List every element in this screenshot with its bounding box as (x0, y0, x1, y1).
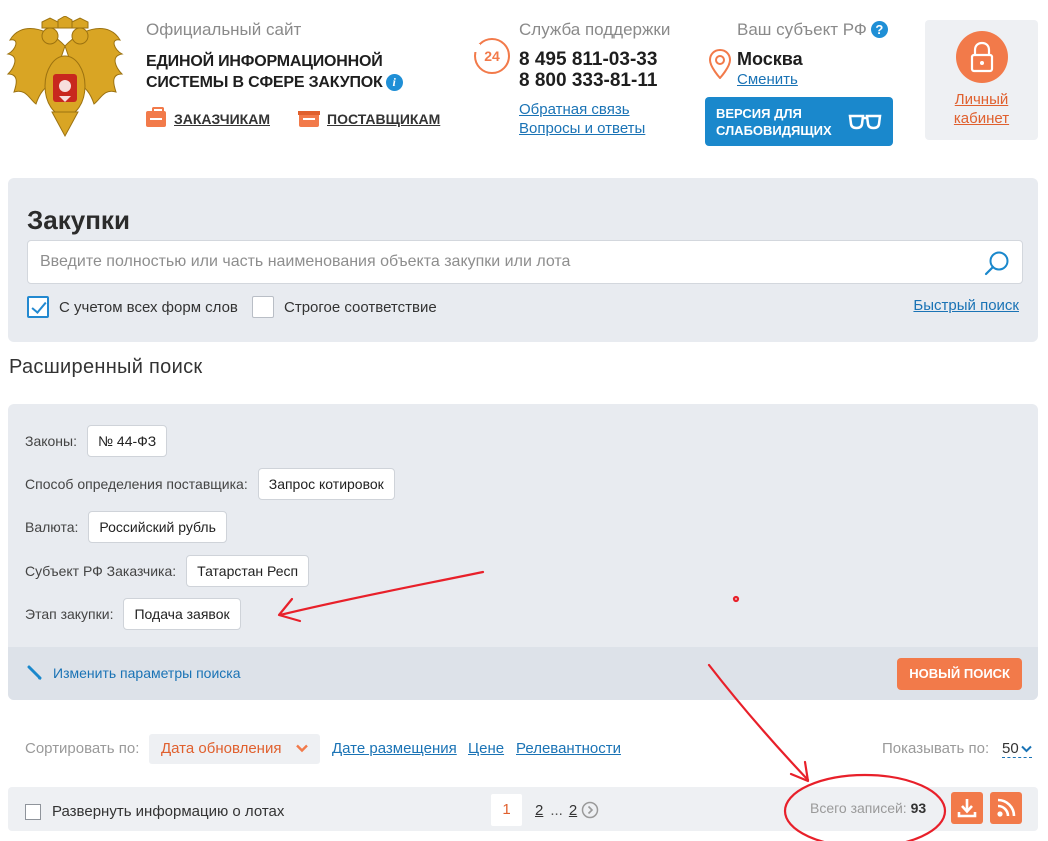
sort-active-option[interactable]: Дата обновления (149, 734, 320, 764)
cabinet-line2: кабинет (953, 110, 1010, 127)
expand-lots-label: Развернуть информацию о лотах (52, 803, 285, 820)
filter-label-region: Субъект РФ Заказчика: (25, 563, 177, 579)
page-link[interactable]: 2 (535, 802, 543, 819)
glasses-icon (848, 114, 882, 130)
filter-row: Законы: № 44-ФЗ (25, 425, 168, 457)
location-pin-icon (709, 49, 731, 79)
morphology-checkbox-label: С учетом всех форм слов (59, 299, 238, 316)
search-title: Закупки (27, 205, 130, 235)
filter-row: Валюта: Российский рубль (25, 511, 227, 543)
support-title: Служба поддержки (519, 20, 671, 39)
filter-chip-stage[interactable]: Подача заявок (123, 598, 241, 630)
filter-chip-region[interactable]: Татарстан Респ (186, 555, 310, 587)
search-panel: Закупки С учетом всех форм слов Строгое … (8, 178, 1038, 342)
search-box[interactable] (27, 240, 1023, 284)
sort-label: Сортировать по: (25, 740, 140, 757)
expand-lots-checkbox[interactable] (25, 804, 41, 820)
annotation-arrow-total-head (789, 760, 810, 783)
support-phone-2[interactable]: 8 800 333-81-11 (519, 70, 657, 92)
page-link-last[interactable]: 2 (569, 802, 577, 819)
region-name: Москва (737, 49, 803, 69)
rss-icon (997, 798, 1016, 817)
russian-coat-of-arms-icon (6, 16, 124, 138)
filter-label-method: Способ определения поставщика: (25, 476, 248, 492)
site-title[interactable]: ЕДИНОЙ ИНФОРМАЦИОННОЙ СИСТЕМЫ В СФЕРЕ ЗА… (146, 51, 403, 93)
filter-label-stage: Этап закупки: (25, 606, 114, 622)
feedback-link[interactable]: Обратная связь (519, 101, 630, 118)
chevron-down-icon (1020, 745, 1032, 752)
cabinet-line1: Личный (954, 91, 1009, 108)
filters-panel: Законы: № 44-ФЗ Способ определения поста… (8, 404, 1038, 700)
advanced-search-title: Расширенный поиск (9, 356, 203, 378)
total-records-value: 93 (910, 800, 927, 816)
page-ellipsis: ... (550, 801, 563, 819)
box-icon (298, 111, 320, 127)
filter-label-law: Законы: (25, 433, 77, 449)
filter-row: Субъект РФ Заказчика: Татарстан Респ (25, 555, 310, 587)
sort-by-price-link[interactable]: Цене (468, 740, 504, 757)
site-header: Официальный сайт ЕДИНОЙ ИНФОРМАЦИОННОЙ С… (0, 0, 1048, 160)
rss-button[interactable] (990, 792, 1022, 824)
edit-search-params-link[interactable]: Изменить параметры поиска (26, 665, 240, 681)
filter-label-currency: Валюта: (25, 519, 79, 535)
lock-icon (955, 31, 1008, 83)
filter-chip-currency[interactable]: Российский рубль (88, 511, 227, 543)
per-page-label: Показывать по: (882, 740, 990, 757)
download-icon (957, 799, 977, 818)
support-phone-1[interactable]: 8 495 811-03-33 (519, 49, 657, 71)
pagination: 1 2 ... 2 (491, 794, 599, 826)
pencil-icon (27, 665, 42, 680)
sort-by-date-link[interactable]: Дате размещения (332, 740, 457, 757)
filters-footer: Изменить параметры поиска НОВЫЙ ПОИСК (8, 647, 1038, 700)
download-button[interactable] (951, 792, 983, 824)
sort-active-label: Дата обновления (161, 740, 282, 757)
site-title-line2: СИСТЕМЫ В СФЕРЕ ЗАКУПОК (146, 74, 383, 91)
filter-row: Способ определения поставщика: Запрос ко… (25, 468, 395, 500)
filter-chip-law[interactable]: № 44-ФЗ (87, 425, 168, 457)
official-site-label: Официальный сайт (146, 20, 302, 39)
strict-match-checkbox[interactable] (252, 296, 274, 318)
new-search-button[interactable]: НОВЫЙ ПОИСК (897, 658, 1022, 690)
chevron-down-icon (296, 744, 308, 753)
support-24h-icon: 24 (472, 38, 510, 74)
suppliers-link-label: ПОСТАВЩИКАМ (327, 111, 441, 127)
quick-search-link[interactable]: Быстрый поиск (913, 297, 1019, 314)
page-current[interactable]: 1 (491, 794, 522, 826)
info-icon[interactable]: i (385, 74, 403, 91)
sort-by-relevance-link[interactable]: Релевантности (516, 740, 621, 757)
region-title: Ваш субъект РФ? (737, 20, 888, 40)
morphology-checkbox[interactable] (27, 296, 49, 318)
results-bar: Развернуть информацию о лотах 1 2 ... 2 … (8, 787, 1038, 831)
change-region-link[interactable]: Сменить (737, 71, 798, 88)
customers-link[interactable]: ЗАКАЗЧИКАМ (146, 107, 270, 127)
briefcase-icon (146, 107, 166, 127)
strict-match-checkbox-label: Строгое соответствие (284, 299, 437, 316)
per-page-value: 50 (1002, 740, 1019, 757)
edit-search-params-label: Изменить параметры поиска (53, 665, 241, 681)
filter-chip-method[interactable]: Запрос котировок (257, 468, 395, 500)
chevron-right-icon[interactable] (581, 801, 599, 819)
filter-row: Этап закупки: Подача заявок (25, 598, 241, 630)
suppliers-link[interactable]: ПОСТАВЩИКАМ (298, 111, 441, 127)
faq-link[interactable]: Вопросы и ответы (519, 120, 645, 137)
personal-cabinet-button[interactable]: Личный кабинет (925, 20, 1038, 140)
region-title-label: Ваш субъект РФ (737, 20, 867, 39)
help-icon[interactable]: ? (870, 21, 888, 38)
site-title-line1: ЕДИНОЙ ИНФОРМАЦИОННОЙ (146, 53, 383, 70)
low-vision-version-button[interactable]: ВЕРСИЯ ДЛЯ СЛАБОВИДЯЩИХ (705, 97, 893, 146)
search-input[interactable] (40, 241, 970, 283)
total-records-label: Всего записей: (810, 800, 907, 816)
customers-link-label: ЗАКАЗЧИКАМ (174, 111, 270, 127)
per-page-select[interactable]: 50 (1002, 740, 1032, 758)
search-icon[interactable] (984, 250, 1010, 276)
total-records: Всего записей: 93 (810, 800, 926, 816)
